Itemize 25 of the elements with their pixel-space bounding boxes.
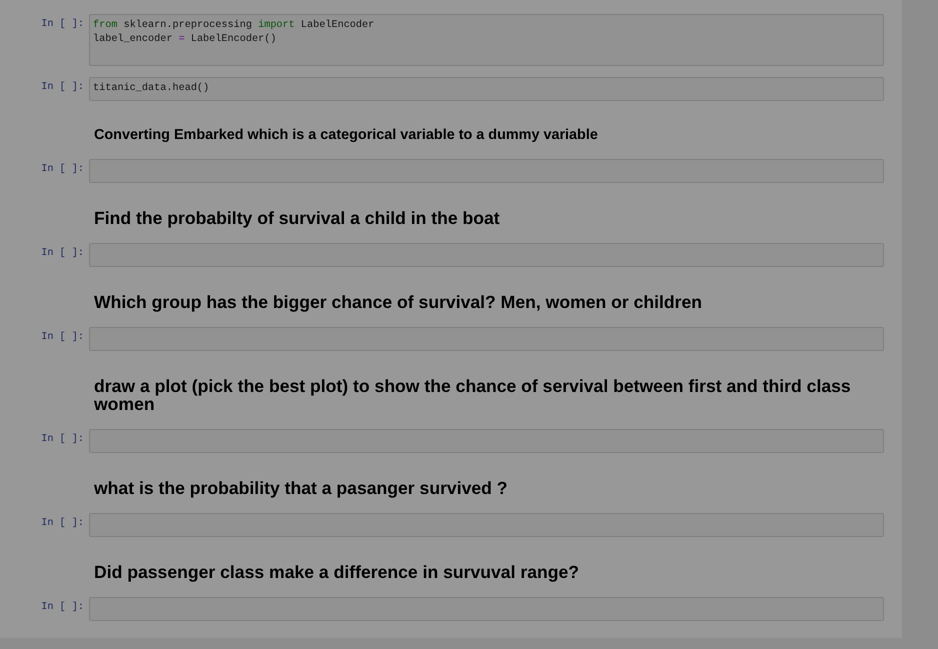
- input-prompt: In [ ]:: [40, 600, 85, 615]
- input-prompt: In [ ]:: [40, 330, 85, 345]
- markdown-heading: Find the probabilty of survival a child in the boat: [93, 209, 501, 227]
- code-input-field[interactable]: [89, 597, 884, 621]
- markdown-heading: what is the probability that a pasanger survived ?: [93, 479, 509, 497]
- code-input-field[interactable]: [89, 513, 884, 537]
- code-line: label_encoder = LabelEncoder(): [93, 33, 278, 47]
- code-input-field[interactable]: [89, 327, 884, 351]
- code-input-field[interactable]: [89, 243, 884, 267]
- markdown-heading: Did passenger class make a difference in survuval range?: [93, 563, 580, 581]
- input-prompt: In [ ]:: [40, 246, 85, 261]
- markdown-heading: draw a plot (pick the best plot) to show the chance of servival between first and third class women: [93, 377, 852, 413]
- code-line: titanic_data.head(): [93, 82, 210, 96]
- code-input-field[interactable]: titanic_data.head(): [89, 77, 884, 101]
- input-prompt: In [ ]:: [40, 516, 85, 531]
- markdown-heading: Which group has the bigger chance of survival? Men, women or children: [93, 293, 704, 311]
- input-prompt: In [ ]:: [40, 432, 85, 447]
- input-prompt: In [ ]:: [40, 162, 85, 177]
- input-prompt: In [ ]:: [40, 80, 85, 95]
- markdown-heading: Converting Embarked which is a categorical variable to a dummy variable: [93, 127, 599, 143]
- code-input-field[interactable]: [89, 159, 884, 183]
- code-input-field[interactable]: from sklearn.preprocessing import LabelEncoder label_encoder = LabelEncoder(): [89, 14, 884, 66]
- code-input-field[interactable]: [89, 429, 884, 453]
- code-line: from sklearn.preprocessing import LabelEncoder: [93, 19, 376, 33]
- input-prompt: In [ ]:: [40, 18, 85, 32]
